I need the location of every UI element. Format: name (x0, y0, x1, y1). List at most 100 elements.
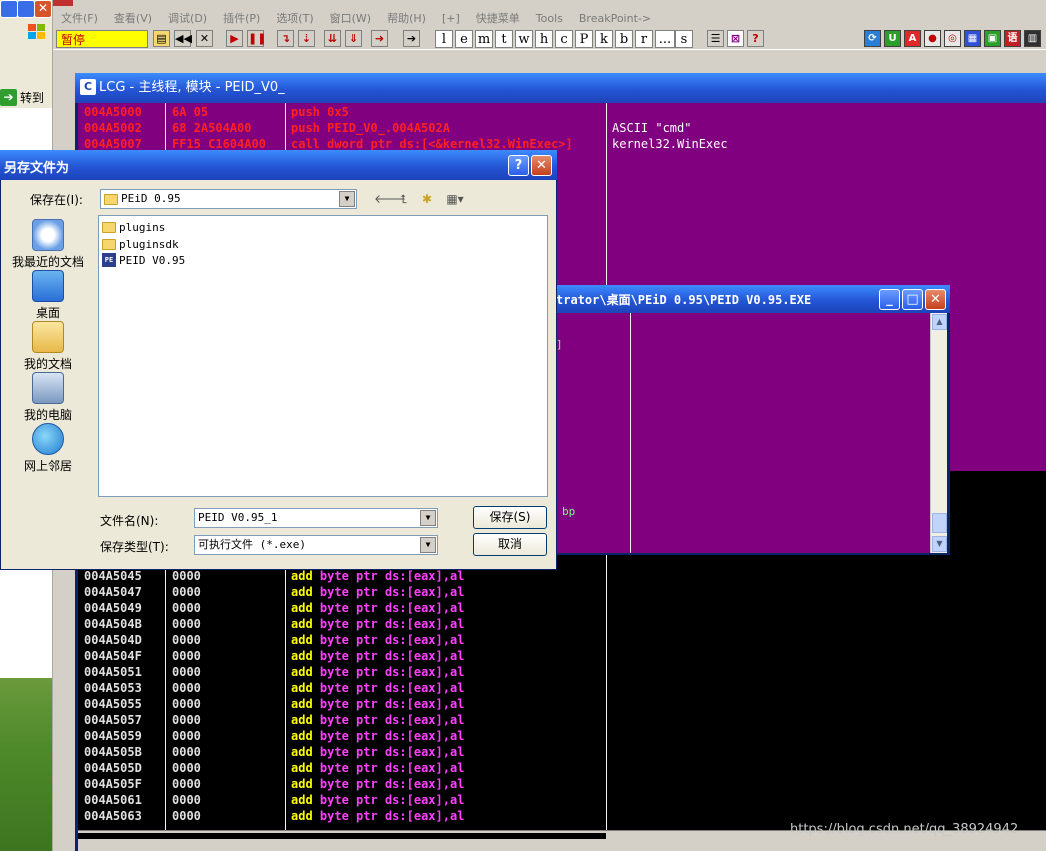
toolbar-handles-button[interactable]: h (535, 30, 553, 48)
place-network[interactable]: 网上邻居 (6, 423, 90, 474)
toolbar-threads-button[interactable]: t (495, 30, 513, 48)
scroll-down-icon[interactable]: ▼ (932, 536, 947, 552)
disasm-row[interactable]: 004A505F 0000 add byte ptr ds:[eax],al (78, 776, 606, 792)
save-button[interactable]: 保存(S) (473, 506, 547, 529)
execute-till-return-icon[interactable]: ➜ (371, 30, 388, 47)
minimize-icon[interactable]: _ (879, 289, 900, 310)
plugin-dark-icon[interactable]: ▥ (1024, 30, 1041, 47)
scroll-up-icon[interactable]: ▲ (932, 314, 947, 330)
chevron-down-icon[interactable]: ▼ (420, 510, 436, 526)
module-window-titlebar[interactable]: trator\桌面\PEiD 0.95\PEID V0.95.EXE _ □ ✕ (552, 285, 950, 313)
toolbar-breakpoints-button[interactable]: b (615, 30, 633, 48)
refresh-icon[interactable]: ⟳ (864, 30, 881, 47)
animate-over-icon[interactable]: ⇓ (345, 30, 362, 47)
disasm-row[interactable]: 004A5047 0000 add byte ptr ds:[eax],al (78, 584, 606, 600)
toolbar-runtrace-button[interactable]: ... (655, 30, 675, 48)
toolbar-source-button[interactable]: s (675, 30, 693, 48)
help-icon[interactable]: ? (508, 155, 529, 176)
filename-input[interactable]: PEID V0.95_1 ▼ (194, 508, 438, 528)
disasm-row[interactable]: 004A5057 0000 add byte ptr ds:[eax],al (78, 712, 606, 728)
back-icon[interactable]: 🡐 (374, 191, 406, 207)
toolbar-references-button[interactable]: r (635, 30, 653, 48)
disasm-row[interactable]: 004A5063 0000 add byte ptr ds:[eax],al (78, 808, 606, 824)
goto-button[interactable]: ➔ 转到 (0, 86, 52, 108)
disasm-row[interactable]: 004A505B 0000 add byte ptr ds:[eax],al (78, 744, 606, 760)
toolbar-cpu-button[interactable]: c (555, 30, 573, 48)
menu-help[interactable]: 帮助(H) (379, 10, 434, 26)
chevron-down-icon[interactable]: ▼ (420, 537, 436, 553)
toolbar-modules-button[interactable]: e (455, 30, 473, 48)
animate-into-icon[interactable]: ⇊ (324, 30, 341, 47)
help-icon[interactable]: ? (747, 30, 764, 47)
disasm-row[interactable]: 004A5045 0000 add byte ptr ds:[eax],al (78, 568, 606, 584)
disasm-row[interactable]: 004A5061 0000 add byte ptr ds:[eax],al (78, 792, 606, 808)
disasm-row[interactable]: 004A5002 68 2A504A00 push PEID_V0_.004A5… (78, 120, 606, 136)
toolbar-windows-button[interactable]: w (515, 30, 533, 48)
disasm-row[interactable]: 004A5059 0000 add byte ptr ds:[eax],al (78, 728, 606, 744)
module-window-body[interactable] (556, 313, 930, 553)
chevron-down-icon[interactable]: ▼ (339, 191, 355, 207)
menu-plugins[interactable]: 插件(P) (215, 10, 268, 26)
plugin-circle-icon[interactable]: ◎ (944, 30, 961, 47)
toolbar-callstack-button[interactable]: k (595, 30, 613, 48)
disasm-row[interactable]: 004A5053 0000 add byte ptr ds:[eax],al (78, 680, 606, 696)
plugin-calc-icon[interactable]: ▣ (984, 30, 1001, 47)
toolbar-patches-button[interactable]: P (575, 30, 593, 48)
run-icon[interactable]: ▶ (226, 30, 243, 47)
toolbar-memory-button[interactable]: m (475, 30, 493, 48)
list-item[interactable]: plugins (102, 219, 165, 235)
menu-plus[interactable]: [+] (434, 12, 468, 25)
scroll-thumb[interactable] (932, 513, 947, 533)
pause-icon[interactable]: ❚❚ (247, 30, 266, 47)
step-into-icon[interactable]: ↴ (277, 30, 294, 47)
disasm-row[interactable]: 004A504F 0000 add byte ptr ds:[eax],al (78, 648, 606, 664)
close-icon[interactable]: ✕ (34, 0, 52, 18)
list-icon[interactable]: ☰ (707, 30, 724, 47)
plugin-grid-icon[interactable]: ▦ (964, 30, 981, 47)
go-to-icon[interactable]: ➔ (403, 30, 420, 47)
menu-shortcuts[interactable]: 快捷菜单 (468, 10, 528, 26)
rewind-icon[interactable]: ◀◀ (174, 30, 192, 47)
menu-file[interactable]: 文件(F) (53, 10, 106, 26)
menu-view[interactable]: 查看(V) (106, 10, 160, 26)
maximize-icon[interactable]: □ (902, 289, 923, 310)
toolbar-log-button[interactable]: l (435, 30, 453, 48)
menu-debug[interactable]: 调试(D) (160, 10, 215, 26)
step-over-icon[interactable]: ⇣ (298, 30, 315, 47)
menu-tools[interactable]: Tools (528, 12, 571, 25)
disasm-row[interactable]: 004A504D 0000 add byte ptr ds:[eax],al (78, 632, 606, 648)
maximize-icon[interactable] (17, 0, 35, 18)
cpu-window-titlebar[interactable]: C LCG - 主线程, 模块 - PEID_V0_ (75, 73, 1046, 103)
dialog-titlebar[interactable]: 另存文件为 ? ✕ (0, 150, 557, 180)
options-icon[interactable]: ⊠ (727, 30, 744, 47)
plugin-a-icon[interactable]: A (904, 30, 921, 47)
plugin-lang-icon[interactable]: 语 (1004, 30, 1021, 47)
menu-breakpoint[interactable]: BreakPoint-> (571, 12, 659, 25)
disasm-row[interactable]: 004A5000 6A 05 push 0x5 (78, 104, 606, 120)
close-debug-icon[interactable]: ✕ (196, 30, 213, 47)
disasm-row[interactable]: 004A504B 0000 add byte ptr ds:[eax],al (78, 616, 606, 632)
new-folder-icon[interactable]: ✱ (419, 191, 435, 207)
minimize-icon[interactable] (0, 0, 18, 18)
place-recent[interactable]: 我最近的文档 (6, 219, 90, 270)
plugin-target-icon[interactable]: ● (924, 30, 941, 47)
module-vertical-scrollbar[interactable]: ▲ ▼ (930, 313, 947, 553)
place-documents[interactable]: 我的文档 (6, 321, 90, 372)
up-folder-icon[interactable]: ⮤ (396, 191, 412, 207)
open-icon[interactable]: ▤ (153, 30, 170, 47)
cancel-button[interactable]: 取消 (473, 533, 547, 556)
save-in-combo[interactable]: PEiD 0.95 ▼ (100, 189, 357, 209)
list-item[interactable]: PE PEID V0.95 (102, 252, 185, 268)
place-desktop[interactable]: 桌面 (6, 270, 90, 321)
filetype-select[interactable]: 可执行文件 (*.exe) ▼ (194, 535, 438, 555)
close-icon[interactable]: ✕ (925, 289, 946, 310)
menu-options[interactable]: 选项(T) (268, 10, 321, 26)
menu-window[interactable]: 窗口(W) (322, 10, 379, 26)
disasm-row[interactable]: 004A505D 0000 add byte ptr ds:[eax],al (78, 760, 606, 776)
disasm-row[interactable]: 004A5055 0000 add byte ptr ds:[eax],al (78, 696, 606, 712)
close-icon[interactable]: ✕ (531, 155, 552, 176)
view-menu-icon[interactable]: ▦▾ (443, 191, 467, 207)
place-computer[interactable]: 我的电脑 (6, 372, 90, 423)
disasm-row[interactable]: 004A5049 0000 add byte ptr ds:[eax],al (78, 600, 606, 616)
disasm-row[interactable]: 004A5051 0000 add byte ptr ds:[eax],al (78, 664, 606, 680)
